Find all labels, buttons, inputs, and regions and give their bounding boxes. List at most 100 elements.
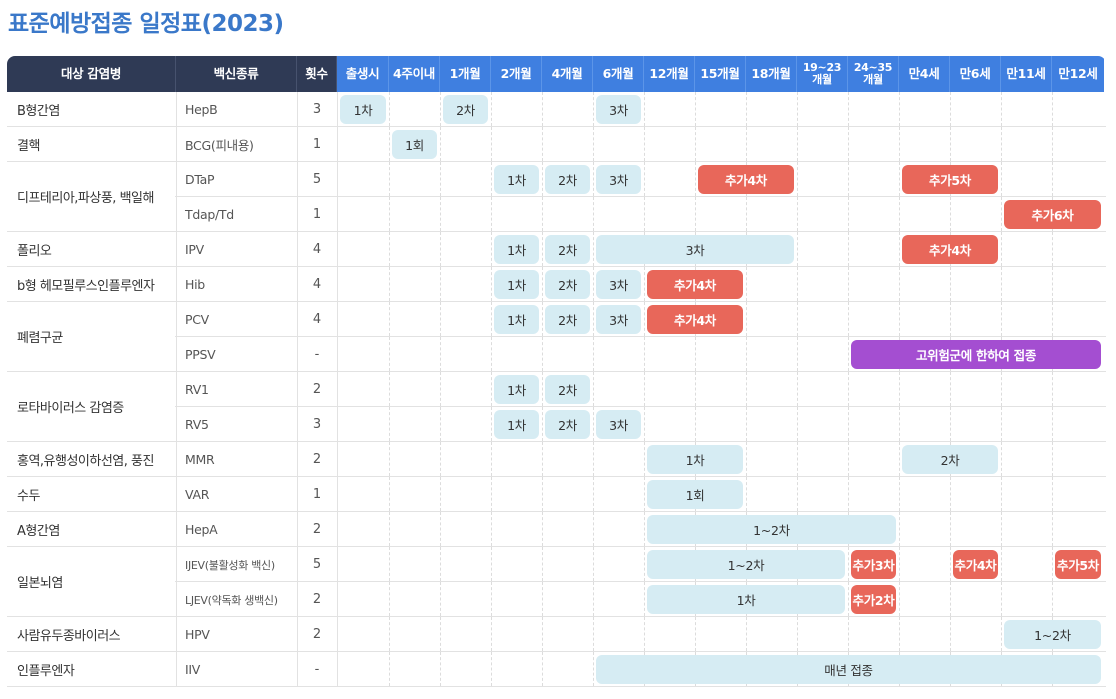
dose-pill: 2차 <box>443 95 488 124</box>
dose-pill: 2차 <box>545 375 590 404</box>
disease-name: B형간염 <box>7 92 175 127</box>
dose-count: 3 <box>312 102 322 117</box>
dose-pill: 3차 <box>596 410 641 439</box>
vaccine-name: LJEV(약독화 생백신) <box>185 593 278 607</box>
vaccine-name: IIV <box>185 662 201 677</box>
dose-count: 4 <box>312 242 322 257</box>
disease-name: 홍역,유행성이하선염, 풍진 <box>7 442 175 477</box>
header-period: 24~35 개월 <box>848 56 899 92</box>
dose-pill: 1차 <box>494 305 539 334</box>
dose-count: 2 <box>312 592 322 607</box>
dose-pill: 3차 <box>596 235 794 264</box>
header-period: 4개월 <box>542 56 593 92</box>
booster-dose-pill: 추가5차 <box>1055 550 1101 579</box>
header-vaccine: 백신종류 <box>176 56 297 92</box>
vaccine-name: PPSV <box>185 347 216 362</box>
dose-count: 5 <box>312 172 322 187</box>
vaccine-name: RV1 <box>185 382 209 397</box>
disease-name: 폴리오 <box>7 232 175 267</box>
dose-pill: 1차 <box>494 375 539 404</box>
booster-dose-pill: 추가4차 <box>647 270 743 299</box>
booster-dose-pill: 추가6차 <box>1004 200 1101 229</box>
header-period: 4주이내 <box>389 56 440 92</box>
dose-pill: 1차 <box>494 410 539 439</box>
dose-pill: 2차 <box>545 410 590 439</box>
dose-pill: 3차 <box>596 95 641 124</box>
dose-pill: 1회 <box>647 480 743 509</box>
dose-pill: 1~2차 <box>647 550 845 579</box>
table-header: 대상 감염병 백신종류 횟수 출생시 4주이내 1개월 2개월 4개월 6개월 12개월 15… <box>7 56 1106 92</box>
dose-pill: 1차 <box>494 235 539 264</box>
dose-pill: 1차 <box>494 165 539 194</box>
header-period: 18개월 <box>746 56 797 92</box>
header-period: 6개월 <box>593 56 644 92</box>
dose-pill: 1차 <box>340 95 386 124</box>
vaccine-name: VAR <box>185 487 210 502</box>
header-period: 12개월 <box>644 56 695 92</box>
dose-count: 2 <box>312 522 322 537</box>
vaccine-name: BCG(피내용) <box>185 138 254 153</box>
dose-count: 2 <box>312 627 322 642</box>
header-period: 15개월 <box>695 56 746 92</box>
booster-dose-pill: 추가4차 <box>698 165 794 194</box>
header-period: 만4세 <box>899 56 950 92</box>
dose-pill: 1~2차 <box>1004 620 1101 649</box>
dose-count: 2 <box>312 382 322 397</box>
dose-pill: 2차 <box>545 305 590 334</box>
disease-name: 사람유두종바이러스 <box>7 617 175 652</box>
dose-count: 4 <box>312 277 322 292</box>
dose-pill: 2차 <box>545 235 590 264</box>
dose-pill: 1~2차 <box>647 515 896 544</box>
dose-count: 1 <box>312 207 322 222</box>
vaccine-name: HPV <box>185 627 210 642</box>
dose-pill: 3차 <box>596 305 641 334</box>
header-period: 만11세 <box>1001 56 1052 92</box>
dose-pill: 1차 <box>647 445 743 474</box>
disease-name: b형 헤모필루스인플루엔자 <box>7 267 175 302</box>
dose-count: 1 <box>312 137 322 152</box>
vaccine-name: HepB <box>185 102 218 117</box>
header-period: 만6세 <box>950 56 1001 92</box>
booster-dose-pill: 추가4차 <box>647 305 743 334</box>
header-period: 19~23 개월 <box>797 56 848 92</box>
dose-count: 3 <box>312 417 322 432</box>
dose-count: 2 <box>312 452 322 467</box>
dose-pill: 3차 <box>596 270 641 299</box>
header-period: 출생시 <box>337 56 389 92</box>
dose-pill: 매년 접종 <box>596 655 1101 684</box>
table-body: HepB 3 1차 2차 3차 BCG(피내용) 1 1회 DTaP 5 1차 2차 3차 추가4차 추가5… <box>7 92 1106 687</box>
dose-count: 5 <box>312 557 322 572</box>
disease-name: 결핵 <box>7 127 175 162</box>
dose-count: - <box>314 662 320 677</box>
vaccine-name: MMR <box>185 452 215 467</box>
disease-name: A형간염 <box>7 512 175 547</box>
vaccine-name: IJEV(불활성화 백신) <box>185 558 275 572</box>
dose-pill: 2차 <box>545 270 590 299</box>
special-dose-pill: 고위험군에 한하여 접종 <box>851 340 1101 369</box>
disease-name: 일본뇌염 <box>7 547 175 617</box>
vaccine-name: Hib <box>185 277 205 292</box>
dose-pill: 2차 <box>545 165 590 194</box>
header-period: 만12세 <box>1052 56 1104 92</box>
vaccine-name: PCV <box>185 312 209 327</box>
disease-name: 인플루엔자 <box>7 652 175 687</box>
disease-name: 수두 <box>7 477 175 512</box>
vaccine-name: DTaP <box>185 172 215 187</box>
dose-pill: 1회 <box>392 130 437 159</box>
dose-count: 1 <box>312 487 322 502</box>
vaccination-schedule-table: 대상 감염병 백신종류 횟수 출생시 4주이내 1개월 2개월 4개월 6개월 12개월 15… <box>7 56 1106 687</box>
booster-dose-pill: 추가2차 <box>851 585 896 614</box>
header-period: 1개월 <box>440 56 491 92</box>
dose-pill: 3차 <box>596 165 641 194</box>
booster-dose-pill: 추가5차 <box>902 165 998 194</box>
dose-count: - <box>314 347 320 362</box>
dose-pill: 1차 <box>494 270 539 299</box>
dose-pill: 2차 <box>902 445 998 474</box>
header-count: 횟수 <box>297 56 337 92</box>
page-title: 표준예방접종 일정표(2023) <box>8 11 284 37</box>
header-disease: 대상 감염병 <box>7 56 176 92</box>
dose-count: 4 <box>312 312 322 327</box>
booster-dose-pill: 추가4차 <box>953 550 998 579</box>
vaccine-name: RV5 <box>185 417 209 432</box>
booster-dose-pill: 추가4차 <box>902 235 998 264</box>
